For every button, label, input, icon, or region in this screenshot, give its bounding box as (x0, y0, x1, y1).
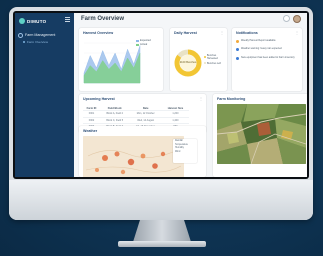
legend-item: Bunches Left (204, 62, 227, 65)
notification-item[interactable]: New equipment has been added to Farm inv… (236, 56, 296, 60)
card-title: Harvest Overview (83, 31, 114, 35)
notification-text: Weather warning: heavy rain expected (241, 47, 282, 50)
notification-dot (236, 57, 239, 60)
top-actions (283, 15, 301, 23)
harvest-area-chart[interactable] (82, 41, 142, 85)
weather-heatmap-image (83, 136, 184, 177)
legend-dot (204, 62, 206, 64)
donut-legend: Bunches Harvested Bunches Left (204, 54, 227, 66)
card-title: Notifications (236, 31, 258, 35)
sidebar: DIMUTO Farm Management Farm Overview (15, 13, 74, 177)
legend-dot (204, 56, 206, 58)
farm-monitoring-card: Farm Monitoring (213, 94, 307, 177)
card-title: Farm Monitoring (217, 97, 246, 101)
more-icon[interactable]: ⋮ (199, 96, 203, 101)
search-icon[interactable] (283, 15, 290, 22)
monitor-chin (9, 180, 313, 220)
satellite-map-image (217, 104, 306, 164)
notification-item[interactable]: Weekly Harvest Report available (236, 39, 296, 43)
notification-text: Weekly Harvest Report available (241, 39, 276, 42)
legend-label: Bunches Harvested (206, 54, 218, 60)
notification-dot (236, 48, 239, 51)
more-icon[interactable]: ⋮ (295, 30, 299, 35)
brand[interactable]: DIMUTO (19, 16, 46, 26)
harvest-overview-card: Harvest Overview Expected Actual (79, 28, 163, 91)
monitor-base (118, 241, 206, 247)
legend-label: Bunches Left (207, 61, 221, 65)
card-title: Weather (83, 129, 98, 133)
notification-item[interactable]: Weather warning: heavy rain expected (236, 47, 296, 51)
monitor-stand (133, 220, 191, 242)
sidebar-item-farm-overview[interactable]: Farm Overview (23, 39, 71, 45)
notification-text: New equipment has been added to Farm inv… (241, 56, 295, 59)
farm-icon (18, 32, 23, 38)
weather-card: Weather Rainfall Temperature Humidity Wi… (79, 126, 206, 177)
sidebar-group-label: Farm Management (25, 33, 56, 37)
more-icon[interactable]: ⋮ (220, 30, 224, 35)
series-area-actual[interactable] (83, 52, 141, 84)
hamburger-icon[interactable] (65, 17, 70, 22)
brand-name: DIMUTO (27, 18, 47, 24)
satellite-map[interactable] (217, 104, 306, 164)
donut-center-label: 2100 Bunches (179, 61, 197, 64)
weather-layer-dropdown[interactable]: Rainfall Temperature Humidity Wind (173, 139, 197, 163)
notifications-card: Notifications ⋮ Weekly Harvest Report av… (232, 28, 302, 91)
weather-map[interactable] (83, 136, 184, 177)
logo-icon (19, 18, 25, 24)
sidebar-item-label: Farm Overview (27, 40, 48, 44)
main-content: Farm Overview Harvest Overview Expected … (74, 13, 307, 177)
card-title: Daily Harvest (174, 31, 197, 35)
notification-dot (236, 40, 239, 43)
card-title: Upcoming Harvest (83, 97, 115, 101)
daily-harvest-card: Daily Harvest ⋮ 2100 Bunches Bunches Har… (170, 28, 227, 91)
page-title: Farm Overview (81, 16, 125, 22)
dropdown-option[interactable]: Wind (173, 150, 197, 154)
bullet-icon (23, 41, 25, 43)
sidebar-group-farm-management[interactable]: Farm Management (18, 31, 72, 39)
legend-item: Bunches Harvested (204, 54, 227, 60)
avatar[interactable] (293, 15, 301, 23)
app-screen: DIMUTO Farm Management Farm Overview Far… (15, 13, 307, 177)
